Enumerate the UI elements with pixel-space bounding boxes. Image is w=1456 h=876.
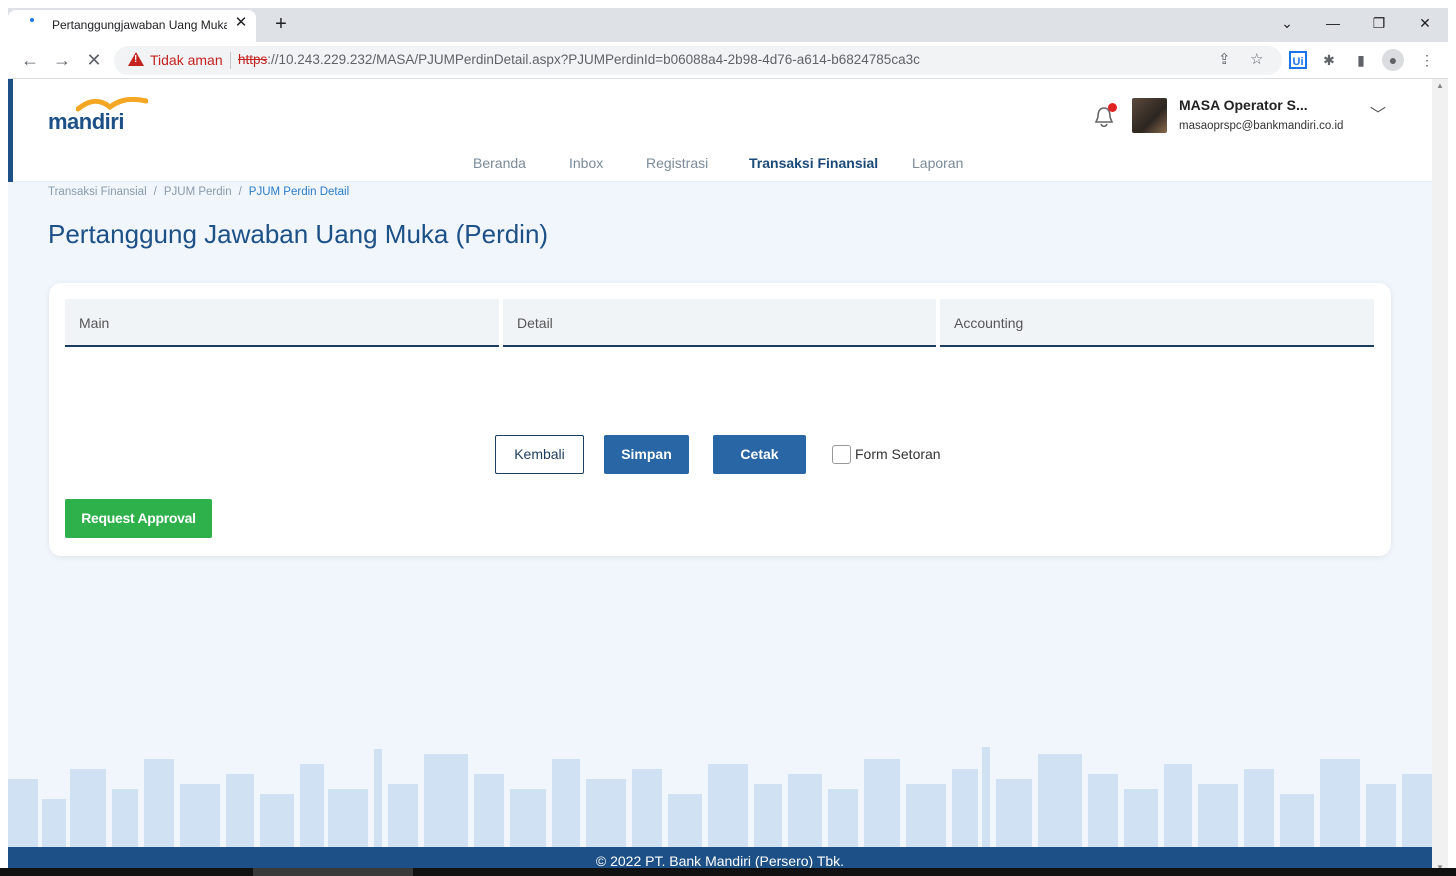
nav-registrasi[interactable]: Registrasi [646, 155, 708, 171]
close-tab-icon[interactable]: ✕ [232, 14, 250, 32]
menu-kebab-icon[interactable]: ⋮ [1416, 49, 1438, 71]
toolbar: ← → ✕ Tidak aman https://10.243.229.232/… [8, 42, 1448, 79]
stop-loading-icon[interactable]: ✕ [82, 48, 106, 72]
form-setoran-label[interactable]: Form Setoran [855, 446, 941, 462]
request-approval-button[interactable]: Request Approval [65, 499, 212, 538]
back-arrow-icon[interactable]: ← [18, 48, 42, 72]
tab-main[interactable]: Main [65, 299, 499, 347]
warning-icon [128, 52, 144, 66]
restore-icon[interactable]: ❐ [1364, 12, 1394, 34]
url-text[interactable]: https://10.243.229.232/MASA/PJUMPerdinDe… [238, 52, 920, 67]
form-setoran-checkbox[interactable] [832, 445, 851, 464]
tab-detail[interactable]: Detail [503, 299, 936, 347]
user-email: masaoprspc@bankmandiri.co.id [1179, 120, 1344, 132]
tab-search-icon[interactable]: ⌄ [1272, 12, 1302, 34]
url-path: ://10.243.229.232/MASA/PJUMPerdinDetail.… [267, 52, 920, 67]
uipath-extension-icon[interactable]: Ui [1289, 51, 1307, 69]
url-scheme: https [238, 52, 268, 67]
page-scrollbar[interactable]: ▲ ▼ [1432, 79, 1448, 876]
loading-icon [30, 18, 34, 22]
site-header: mandiri MASA Operator S... masaoprspc@ba… [8, 79, 1432, 182]
header-accent-bar [8, 79, 13, 182]
breadcrumb-item[interactable]: PJUM Perdin [164, 186, 232, 198]
security-status[interactable]: Tidak aman [150, 52, 223, 68]
profile-icon[interactable]: ● [1382, 49, 1404, 71]
nav-laporan[interactable]: Laporan [912, 155, 963, 171]
breadcrumb-separator: / [153, 186, 157, 198]
breadcrumb-item[interactable]: Transaksi Finansial [48, 186, 147, 198]
share-icon[interactable]: ⇪ [1218, 50, 1231, 68]
taskbar-item[interactable] [253, 868, 413, 876]
page-content: mandiri MASA Operator S... masaoprspc@ba… [8, 79, 1432, 876]
page-title: Pertanggung Jawaban Uang Muka (Perdin) [48, 219, 549, 249]
new-tab-button[interactable]: + [270, 13, 292, 36]
breadcrumb-current: PJUM Perdin Detail [248, 186, 350, 198]
browser-window: Pertanggungjawaban Uang Muka ✕ + ⌄ — ❐ ✕… [8, 8, 1448, 876]
avatar[interactable] [1132, 98, 1167, 133]
city-skyline-illustration [8, 747, 1432, 847]
tab-accounting[interactable]: Accounting [940, 299, 1374, 347]
form-card: Main Detail Accounting Kembali Simpan Ce… [49, 283, 1391, 556]
extensions-puzzle-icon[interactable]: ✱ [1318, 49, 1340, 71]
notification-badge [1108, 103, 1117, 112]
nav-transaksi-finansial[interactable]: Transaksi Finansial [749, 155, 878, 171]
minimize-icon[interactable]: — [1318, 12, 1348, 34]
bookmark-star-icon[interactable]: ☆ [1250, 50, 1263, 68]
divider [230, 52, 231, 69]
tab-title: Pertanggungjawaban Uang Muka [52, 18, 227, 32]
tab-strip: Pertanggungjawaban Uang Muka ✕ + ⌄ — ❐ ✕ [8, 8, 1448, 42]
os-taskbar [0, 868, 1456, 876]
logo-text: mandiri [48, 109, 124, 134]
user-name[interactable]: MASA Operator S... [1179, 97, 1308, 113]
forward-arrow-icon[interactable]: → [50, 48, 74, 72]
simpan-button[interactable]: Simpan [604, 435, 689, 474]
kembali-button[interactable]: Kembali [495, 435, 584, 474]
address-bar[interactable]: Tidak aman https://10.243.229.232/MASA/P… [114, 46, 1282, 75]
browser-tab[interactable]: Pertanggungjawaban Uang Muka ✕ [8, 10, 256, 42]
window-close-icon[interactable]: ✕ [1410, 12, 1440, 34]
chevron-down-icon[interactable]: ﹀ [1370, 101, 1386, 125]
breadcrumb-separator: / [238, 186, 242, 198]
breadcrumb: Transaksi Finansial / PJUM Perdin / PJUM Per… [48, 186, 349, 198]
side-panel-icon[interactable]: ▮ [1350, 49, 1372, 71]
scroll-up-icon[interactable]: ▲ [1436, 81, 1444, 90]
nav-inbox[interactable]: Inbox [569, 155, 603, 171]
cetak-button[interactable]: Cetak [713, 435, 806, 474]
nav-beranda[interactable]: Beranda [473, 155, 526, 171]
